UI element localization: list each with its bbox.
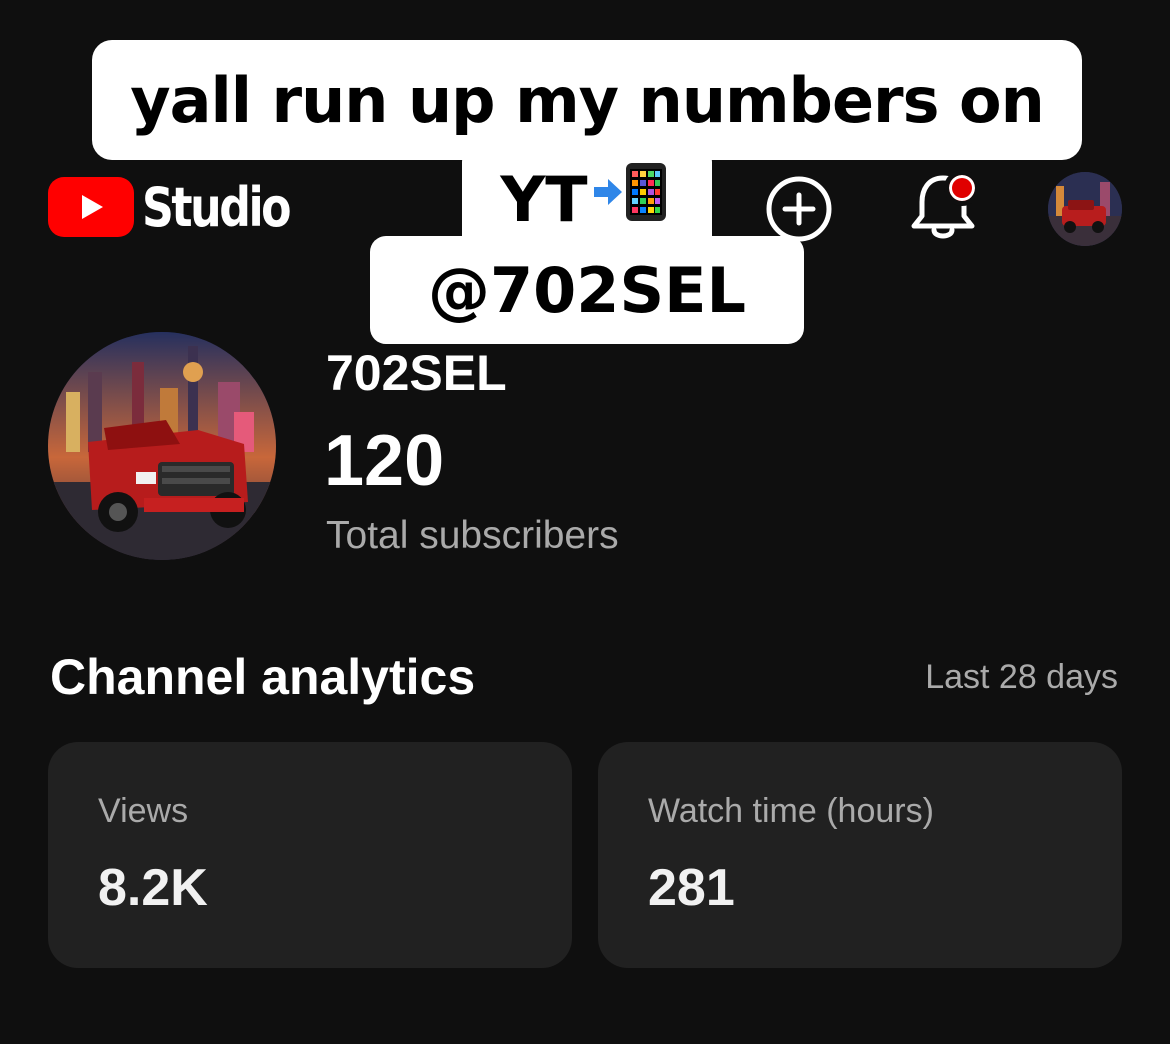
watch-time-card[interactable]: Watch time (hours) 281 <box>598 742 1122 968</box>
views-value: 8.2K <box>98 859 208 917</box>
watch-time-label: Watch time (hours) <box>648 792 934 830</box>
logo-text: Studio <box>142 175 292 239</box>
caption-line-2: YT <box>462 148 712 250</box>
channel-name: 702SEL <box>326 345 507 401</box>
caption-line-1: yall run up my numbers on <box>92 40 1082 160</box>
views-card[interactable]: Views 8.2K <box>48 742 572 968</box>
analytics-title: Channel analytics <box>50 649 476 705</box>
channel-avatar <box>48 332 276 560</box>
views-label: Views <box>98 792 189 830</box>
studio-logo[interactable]: Studio <box>48 172 321 242</box>
period-label: Last 28 days <box>925 658 1118 696</box>
caption-text-2: YT <box>500 162 588 236</box>
caption-text-1: yall run up my numbers on <box>130 63 1045 137</box>
notifications-button[interactable] <box>904 168 986 250</box>
phone-arrow-icon <box>592 161 674 238</box>
account-avatar[interactable] <box>1048 172 1122 246</box>
caption-text-3: @702SEL <box>428 253 746 327</box>
watch-time-value: 281 <box>648 859 735 917</box>
notification-badge <box>944 170 980 206</box>
create-icon <box>766 176 832 242</box>
subscriber-count: 120 <box>324 421 445 501</box>
subscriber-label: Total subscribers <box>326 514 619 557</box>
youtube-play-icon <box>48 177 134 237</box>
create-button[interactable] <box>766 176 832 242</box>
caption-line-3: @702SEL <box>370 236 804 344</box>
